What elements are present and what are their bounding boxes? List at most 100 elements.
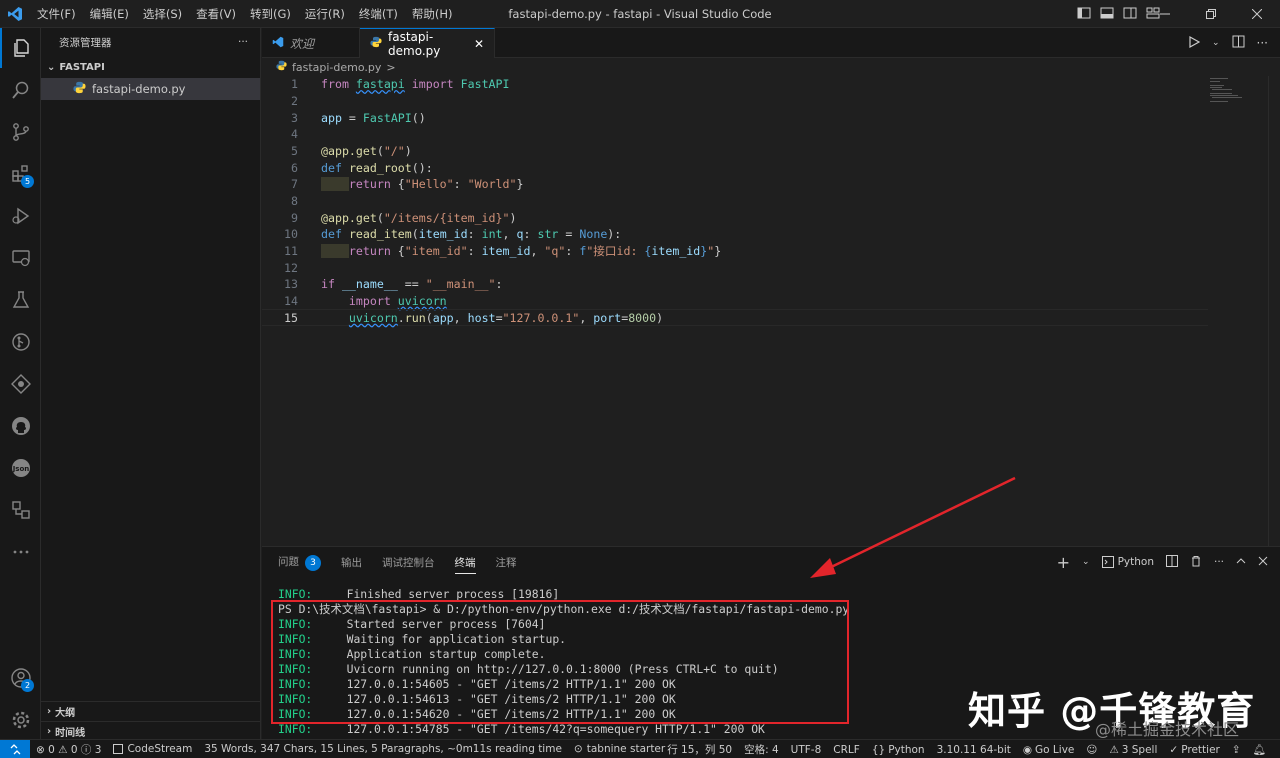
run-python-file-icon[interactable] [1188, 36, 1200, 51]
new-terminal-icon[interactable]: + [1057, 553, 1070, 572]
line-number: 8 [262, 194, 298, 208]
copilot-icon[interactable]: ☺ [1080, 744, 1103, 756]
toggle-panel-icon[interactable] [1100, 6, 1114, 23]
run-debug-icon[interactable] [0, 196, 41, 236]
line-number: 14 [262, 294, 298, 308]
timeline-section[interactable]: › 时间线 [41, 721, 260, 741]
vscode-logo-icon [0, 0, 30, 28]
word-count-status[interactable]: 35 Words, 347 Chars, 15 Lines, 5 Paragra… [198, 743, 568, 755]
line-number: 7 [262, 177, 298, 191]
interpreter-status[interactable]: 3.10.11 64-bit [931, 744, 1017, 756]
line-number: 11 [262, 244, 298, 258]
chevron-right-icon: › [47, 706, 51, 717]
json-icon[interactable]: Json [0, 448, 41, 488]
explorer-sidebar: 资源管理器 ··· ⌄ FASTAPI fastapi-demo.py › 大纲… [41, 28, 261, 739]
cursor-position-status[interactable]: 行 15，列 50 [661, 742, 738, 757]
indentation-status[interactable]: 空格: 4 [738, 742, 785, 757]
tab-fastapi-demo[interactable]: fastapi-demo.py ✕ [360, 28, 495, 58]
menu-help[interactable]: 帮助(H) [405, 0, 460, 28]
gitlens-icon[interactable] [0, 322, 41, 362]
line-number: 12 [262, 261, 298, 275]
close-panel-icon[interactable] [1258, 556, 1268, 569]
more-icon[interactable] [0, 532, 41, 572]
split-editor-icon[interactable] [1232, 35, 1245, 51]
testing-icon[interactable] [0, 280, 41, 320]
tab-output[interactable]: 输出 [341, 555, 362, 570]
menu-file[interactable]: 文件(F) [30, 0, 83, 28]
terminal-shell-label: Python [1118, 556, 1154, 568]
tab-debug-console[interactable]: 调试控制台 [382, 555, 435, 570]
tab-comments[interactable]: 注释 [496, 555, 517, 570]
codestream-status[interactable]: CodeStream [107, 743, 198, 755]
more-actions-icon[interactable]: ··· [1214, 556, 1224, 568]
folder-label: FASTAPI [59, 62, 104, 73]
more-actions-icon[interactable]: ··· [238, 36, 248, 48]
notifications-bell-icon[interactable]: 🔔︎ [1247, 743, 1272, 756]
codestream-icon[interactable] [0, 364, 41, 404]
status-bar: ⊗ 0 ⚠ 0 ⓘ 3 CodeStream 35 Words, 347 Cha… [0, 739, 1280, 758]
remote-explorer-icon[interactable] [0, 238, 41, 278]
code-line: 2 [262, 93, 1208, 110]
line-number: 4 [262, 127, 298, 141]
braces-icon: {} [872, 744, 885, 756]
search-icon[interactable] [0, 70, 41, 110]
toggle-secondary-sidebar-icon[interactable] [1123, 6, 1137, 23]
menu-terminal[interactable]: 终端(T) [352, 0, 405, 28]
warning-icon: ⚠ [1109, 744, 1118, 756]
more-actions-icon[interactable]: ··· [1257, 36, 1268, 50]
source-control-icon[interactable] [0, 112, 41, 152]
minimize-icon[interactable] [1142, 0, 1188, 28]
menu-edit[interactable]: 编辑(E) [83, 0, 136, 28]
code-line: 5@app.get("/") [262, 143, 1208, 160]
maximize-panel-icon[interactable] [1236, 556, 1246, 569]
editor-actions: ⌄ ··· [1188, 28, 1268, 58]
tab-terminal[interactable]: 终端 [455, 555, 476, 574]
file-fastapi-demo[interactable]: fastapi-demo.py [41, 78, 260, 100]
feedback-icon[interactable]: ⇪ [1226, 744, 1247, 756]
breadcrumb-file[interactable]: fastapi-demo.py [292, 61, 381, 74]
restore-icon[interactable] [1188, 0, 1234, 28]
editor-scrollbar[interactable] [1268, 76, 1280, 546]
code-line: 6def read_root(): [262, 159, 1208, 176]
codestream-small-icon [113, 744, 123, 754]
language-status[interactable]: {}Python [866, 744, 931, 756]
menu-run[interactable]: 运行(R) [298, 0, 352, 28]
code-editor[interactable]: 1from fastapi import FastAPI 2 3app = Fa… [262, 76, 1262, 546]
code-line-current: 15 uvicorn.run(app, host="127.0.0.1", po… [262, 309, 1208, 326]
menu-go[interactable]: 转到(G) [243, 0, 298, 28]
github-icon[interactable] [0, 406, 41, 446]
editor-tabs: 欢迎 fastapi-demo.py ✕ [262, 28, 1280, 58]
explorer-icon[interactable] [0, 28, 41, 68]
terminal-shell-selector[interactable]: Python [1102, 556, 1154, 568]
tabnine-status[interactable]: ⊙tabnine starter [568, 743, 671, 755]
close-tab-icon[interactable]: ✕ [474, 37, 484, 51]
line-number: 6 [262, 161, 298, 175]
remote-indicator-icon[interactable] [0, 740, 30, 758]
tab-welcome[interactable]: 欢迎 [262, 28, 360, 58]
accounts-icon[interactable]: 2 [0, 658, 41, 698]
folder-fastapi[interactable]: ⌄ FASTAPI [41, 56, 260, 78]
tab-problems[interactable]: 问题3 [278, 554, 321, 571]
settings-gear-icon[interactable] [0, 700, 41, 740]
chevron-down-icon[interactable]: ⌄ [1082, 557, 1090, 567]
menu-view[interactable]: 查看(V) [189, 0, 243, 28]
split-terminal-icon[interactable] [1166, 555, 1178, 570]
outline-section[interactable]: › 大纲 [41, 701, 260, 721]
toggle-sidebar-icon[interactable] [1077, 6, 1091, 23]
close-window-icon[interactable] [1234, 0, 1280, 28]
eol-status[interactable]: CRLF [827, 744, 866, 756]
extensions-icon[interactable]: 5 [0, 154, 41, 194]
chevron-down-icon[interactable]: ⌄ [1212, 38, 1220, 48]
problems-status[interactable]: ⊗ 0 ⚠ 0 ⓘ 3 [30, 742, 107, 757]
go-live-status[interactable]: ◉Go Live [1017, 744, 1081, 756]
prettier-status[interactable]: ✓Prettier [1163, 744, 1225, 756]
encoding-status[interactable]: UTF-8 [785, 744, 828, 756]
snippets-icon[interactable] [0, 490, 41, 530]
minimap[interactable] [1208, 76, 1248, 106]
trash-icon[interactable] [1190, 555, 1202, 570]
outline-label: 大纲 [55, 704, 75, 719]
code-line: 13if __name__ == "__main__": [262, 276, 1208, 293]
menu-selection[interactable]: 选择(S) [136, 0, 189, 28]
spell-status[interactable]: ⚠3 Spell [1103, 744, 1163, 756]
code-line: 10def read_item(item_id: int, q: str = N… [262, 226, 1208, 243]
